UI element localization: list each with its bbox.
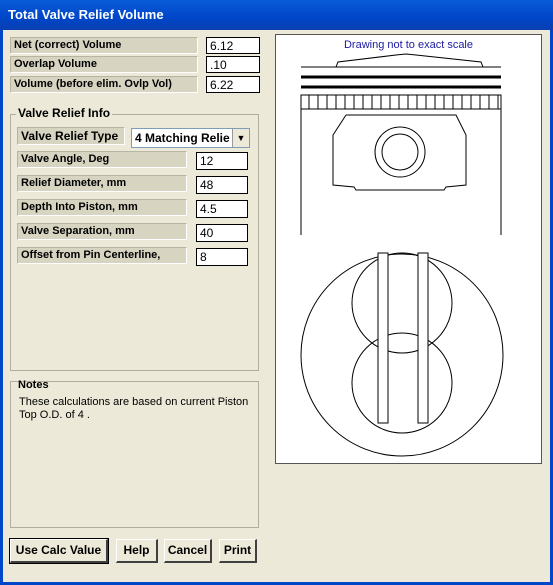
relief-diameter-label: Relief Diameter, mm [17, 175, 187, 192]
volume-before-field[interactable]: 6.22 [206, 76, 260, 93]
piston-drawing-panel: Drawing not to exact scale [275, 34, 542, 464]
valve-relief-type-select[interactable]: 4 Matching Relie ▼ [131, 128, 250, 148]
valve-relief-type-label: Valve Relief Type [17, 127, 125, 145]
offset-pin-centerline-label: Offset from Pin Centerline, [17, 247, 187, 264]
window-title: Total Valve Relief Volume [0, 0, 553, 30]
piston-skirt-hatch [308, 95, 499, 109]
print-button[interactable]: Print [219, 539, 257, 563]
piston-pin-boss [332, 114, 467, 191]
overlap-volume-field[interactable]: .10 [206, 56, 260, 73]
help-button[interactable]: Help [116, 539, 158, 563]
wrist-pin-inner [381, 133, 419, 171]
relief-cut-left [377, 252, 389, 424]
relief-cut-right [417, 252, 429, 424]
valve-relief-type-value: 4 Matching Relie [135, 131, 230, 145]
notes-title: Notes [18, 379, 49, 391]
cancel-button[interactable]: Cancel [164, 539, 212, 563]
valve-angle-label: Valve Angle, Deg [17, 151, 187, 168]
volume-before-label: Volume (before elim. Ovlp Vol) [10, 76, 198, 93]
overlap-volume-label: Overlap Volume [10, 56, 198, 73]
notes-group: These calculations are based on current … [10, 381, 259, 528]
depth-into-piston-label: Depth Into Piston, mm [17, 199, 187, 216]
relief-circle-top [351, 252, 453, 354]
net-volume-label: Net (correct) Volume [10, 37, 198, 54]
chevron-down-icon[interactable]: ▼ [232, 129, 249, 147]
valve-separation-label: Valve Separation, mm [17, 223, 187, 240]
net-volume-field[interactable]: 6.12 [206, 37, 260, 54]
depth-into-piston-field[interactable]: 4.5 [196, 200, 248, 218]
relief-diameter-field[interactable]: 48 [196, 176, 248, 194]
valve-separation-field[interactable]: 40 [196, 224, 248, 242]
valve-angle-field[interactable]: 12 [196, 152, 248, 170]
notes-text: These calculations are based on current … [19, 396, 249, 421]
use-calc-value-button[interactable]: Use Calc Value [9, 538, 109, 564]
piston-drawing [300, 53, 504, 457]
piston-top-outline [301, 53, 501, 68]
valve-relief-group-title: Valve Relief Info [16, 106, 113, 120]
offset-pin-centerline-field[interactable]: 8 [196, 248, 248, 266]
piston-top-view-outline [300, 253, 504, 457]
relief-circle-bottom [351, 332, 453, 434]
